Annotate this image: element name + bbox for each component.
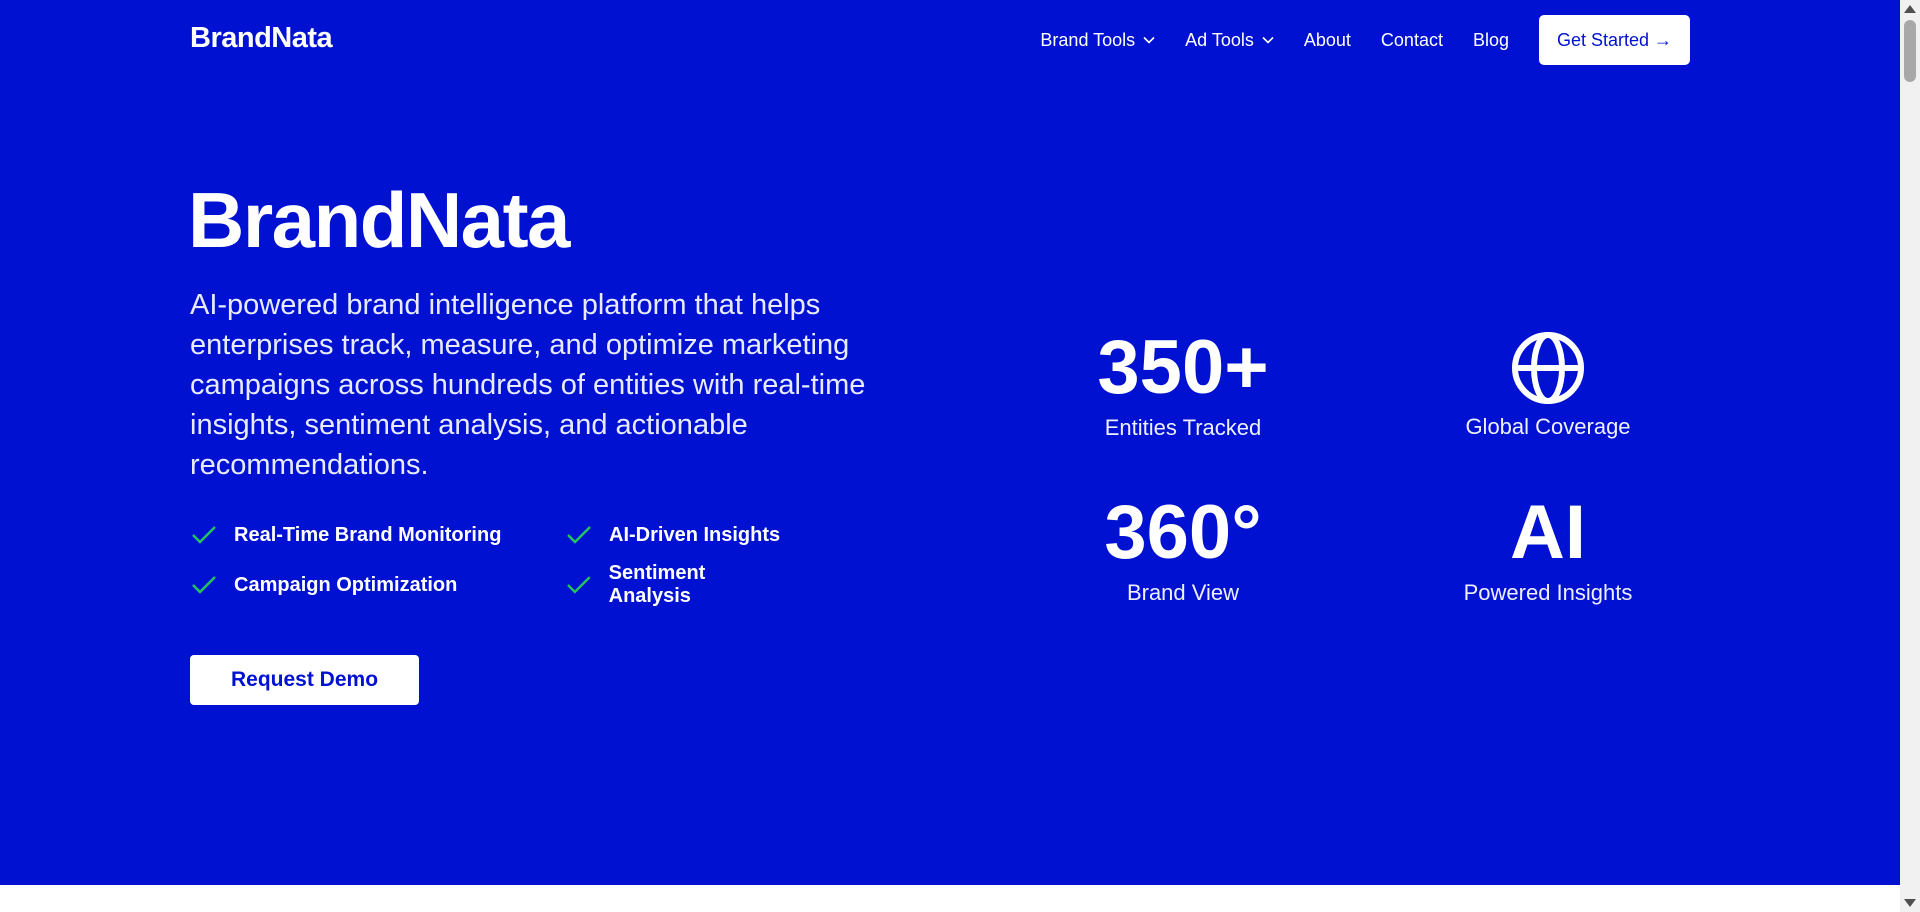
stat-label: Global Coverage [1465, 414, 1631, 439]
nav-blog[interactable]: Blog [1473, 30, 1509, 51]
main-nav: Brand Tools Ad Tools About Contact Blog … [1010, 15, 1690, 65]
stat-global-coverage: Global Coverage [1398, 325, 1698, 440]
nav-brand-tools[interactable]: Brand Tools [1040, 30, 1155, 51]
stat-brand-view: 360° Brand View [1033, 490, 1333, 606]
feature-label: Campaign Optimization [234, 573, 458, 596]
request-demo-button[interactable]: Request Demo [190, 655, 419, 705]
stat-label: Entities Tracked [1104, 415, 1262, 440]
stat-label: Brand View [1126, 580, 1240, 605]
check-icon [192, 526, 216, 544]
scroll-down-arrow-icon[interactable] [1904, 899, 1916, 907]
nav-contact[interactable]: Contact [1381, 30, 1443, 51]
hero-description: AI-powered brand intelligence platform t… [190, 289, 866, 481]
stat-value: 350+ [1097, 325, 1269, 410]
feature-label: Sentiment Analysis [608, 562, 706, 607]
hero-section: BrandNata Brand Tools Ad Tools About Con… [0, 0, 1900, 885]
page-scrollbar[interactable] [1900, 0, 1920, 912]
get-started-button[interactable]: Get Started → [1539, 15, 1690, 65]
globe-icon [1512, 332, 1584, 404]
check-icon [192, 576, 216, 594]
check-icon [567, 576, 591, 594]
nav-ad-tools[interactable]: Ad Tools [1185, 30, 1274, 51]
stat-ai-insights: AI Powered Insights [1398, 490, 1698, 606]
feature-label: AI-Driven Insights [609, 523, 781, 546]
chevron-down-icon [1143, 36, 1155, 44]
nav-brand-tools-label: Brand Tools [1040, 29, 1136, 50]
feature-item: Sentiment Analysis [565, 562, 790, 607]
nav-about[interactable]: About [1304, 30, 1351, 51]
nav-logo[interactable]: BrandNata [190, 22, 333, 55]
feature-list: Real-Time Brand Monitoring AI-Driven Ins… [190, 520, 790, 607]
next-section [0, 885, 1900, 912]
scroll-thumb[interactable] [1904, 20, 1916, 82]
feature-item: AI-Driven Insights [565, 520, 790, 550]
stat-value: 360° [1104, 490, 1262, 575]
scroll-up-arrow-icon[interactable] [1904, 5, 1916, 13]
feature-item: Real-Time Brand Monitoring [190, 520, 565, 550]
chevron-down-icon [1262, 36, 1274, 44]
feature-item: Campaign Optimization [190, 570, 565, 600]
check-icon [567, 526, 591, 544]
stat-value: AI [1510, 490, 1586, 575]
stat-entities: 350+ Entities Tracked [1033, 325, 1333, 441]
nav-ad-tools-label: Ad Tools [1185, 29, 1254, 50]
stat-label: Powered Insights [1463, 580, 1633, 605]
hero-title: BrandNata [188, 176, 570, 264]
feature-label: Real-Time Brand Monitoring [234, 523, 502, 546]
